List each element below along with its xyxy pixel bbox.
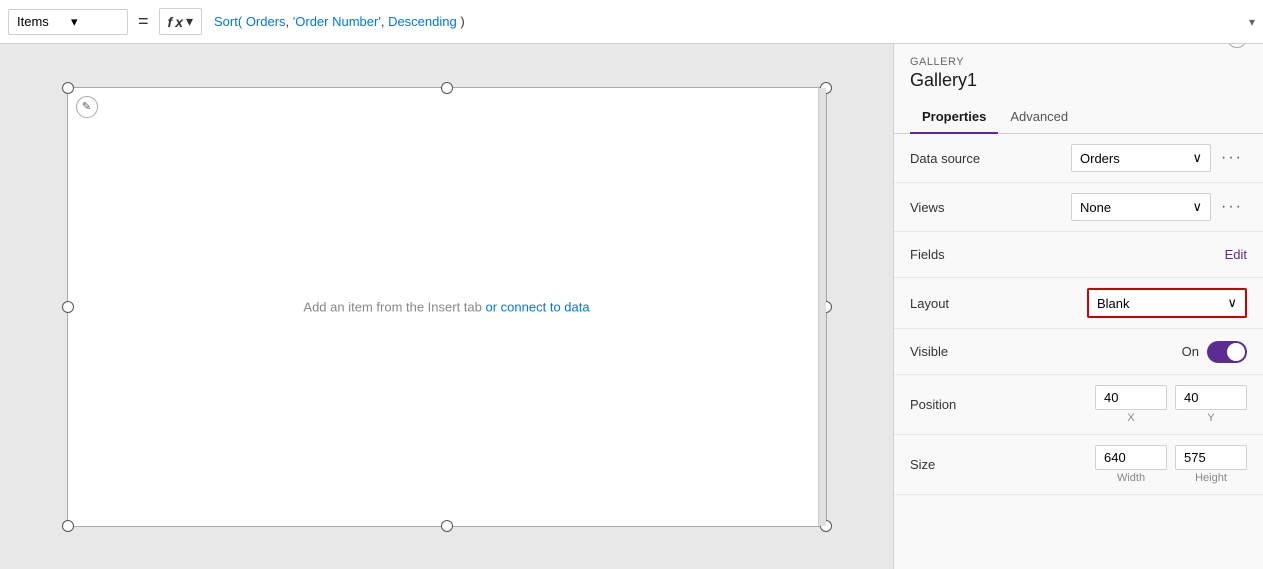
formula-bar: Items ▾ = f x ▾ Sort( Orders, 'Order Num… xyxy=(0,0,1263,44)
handle-top-center[interactable] xyxy=(441,82,453,94)
property-selector[interactable]: Items ▾ xyxy=(8,9,128,35)
edit-pencil: ✎ xyxy=(82,100,91,113)
handle-bottom-left[interactable] xyxy=(62,520,74,532)
position-inputs: X Y xyxy=(1010,385,1247,424)
views-dropdown[interactable]: None ∨ xyxy=(1071,193,1211,221)
views-more[interactable]: ··· xyxy=(1217,196,1247,218)
handle-top-left[interactable] xyxy=(62,82,74,94)
position-row: Position X Y xyxy=(894,375,1263,435)
views-chevron: ∨ xyxy=(1193,199,1203,215)
help-button[interactable]: ? xyxy=(1227,44,1247,48)
layout-label: Layout xyxy=(910,296,1010,311)
tab-properties[interactable]: Properties xyxy=(910,101,998,134)
views-control: None ∨ ··· xyxy=(1010,193,1247,221)
gallery-component[interactable]: ✎ Add an item from the Insert tab or con… xyxy=(67,87,827,527)
position-control: X Y xyxy=(1010,385,1247,424)
size-width-group: Width xyxy=(1095,445,1167,484)
data-source-dropdown[interactable]: Orders ∨ xyxy=(1071,144,1211,172)
layout-control: Blank ∨ xyxy=(1010,288,1247,318)
visible-control: On xyxy=(1010,341,1247,363)
formula-arg-desc: Descending xyxy=(388,14,457,29)
position-x-input[interactable] xyxy=(1095,385,1167,410)
position-y-group: Y xyxy=(1175,385,1247,424)
main-area: ✎ Add an item from the Insert tab or con… xyxy=(0,44,1263,569)
canvas-area: ✎ Add an item from the Insert tab or con… xyxy=(0,44,893,569)
size-control: Width Height xyxy=(1010,445,1247,484)
data-source-chevron: ∨ xyxy=(1193,150,1203,166)
views-label: Views xyxy=(910,200,1010,215)
panel-title: Gallery1 xyxy=(910,70,977,91)
tab-advanced[interactable]: Advanced xyxy=(998,101,1080,134)
position-y-label: Y xyxy=(1207,412,1214,424)
formula-keyword-sort: Sort( xyxy=(214,14,246,29)
panel-subtitle: GALLERY xyxy=(910,56,977,68)
gallery-edit-icon[interactable]: ✎ xyxy=(76,96,98,118)
formula-arg-ordernum: 'Order Number' xyxy=(293,14,381,29)
position-x-label: X xyxy=(1127,412,1134,424)
size-height-label: Height xyxy=(1195,472,1227,484)
fx-chevron: x xyxy=(175,14,183,30)
size-height-group: Height xyxy=(1175,445,1247,484)
data-source-more[interactable]: ··· xyxy=(1217,147,1247,169)
position-label: Position xyxy=(910,397,1010,412)
scroll-handle[interactable] xyxy=(818,88,826,526)
toggle-track xyxy=(1207,341,1247,363)
formula-arg-orders: Orders xyxy=(246,14,286,29)
fx-button[interactable]: f x ▾ xyxy=(159,8,203,35)
property-selector-label: Items xyxy=(17,14,65,29)
equals-sign: = xyxy=(132,11,155,32)
property-selector-chevron: ▾ xyxy=(71,14,119,30)
fields-row: Fields Edit xyxy=(894,232,1263,278)
formula-display: Sort( Orders, 'Order Number', Descending… xyxy=(206,10,1245,33)
data-source-label: Data source xyxy=(910,151,1010,166)
visible-label: Visible xyxy=(910,344,1010,359)
size-height-input[interactable] xyxy=(1175,445,1247,470)
views-value: None xyxy=(1080,200,1111,215)
position-x-group: X xyxy=(1095,385,1167,424)
visible-toggle-container: On xyxy=(1182,341,1247,363)
views-row: Views None ∨ ··· xyxy=(894,183,1263,232)
size-width-input[interactable] xyxy=(1095,445,1167,470)
handle-bottom-center[interactable] xyxy=(441,520,453,532)
gallery-hint: Add an item from the Insert tab or conne… xyxy=(303,299,589,314)
layout-row: Layout Blank ∨ xyxy=(894,278,1263,329)
size-width-label: Width xyxy=(1117,472,1145,484)
size-inputs: Width Height xyxy=(1010,445,1247,484)
layout-value: Blank xyxy=(1097,296,1130,311)
formula-close: ) xyxy=(457,14,465,29)
right-panel: GALLERY Gallery1 ? Properties Advanced D… xyxy=(893,44,1263,569)
toggle-thumb xyxy=(1227,343,1245,361)
fields-control: Edit xyxy=(1010,247,1247,262)
size-label: Size xyxy=(910,457,1010,472)
size-row: Size Width Height xyxy=(894,435,1263,495)
data-source-control: Orders ∨ ··· xyxy=(1010,144,1247,172)
handle-mid-left[interactable] xyxy=(62,301,74,313)
layout-dropdown[interactable]: Blank ∨ xyxy=(1087,288,1247,318)
visible-toggle[interactable] xyxy=(1207,341,1247,363)
panel-tabs: Properties Advanced xyxy=(894,101,1263,134)
fx-label: f xyxy=(168,14,173,30)
panel-content: Data source Orders ∨ ··· Views None ∨ xyxy=(894,134,1263,569)
data-source-value: Orders xyxy=(1080,151,1120,166)
fields-label: Fields xyxy=(910,247,1010,262)
data-source-row: Data source Orders ∨ ··· xyxy=(894,134,1263,183)
layout-chevron: ∨ xyxy=(1227,295,1237,311)
panel-header: GALLERY Gallery1 ? xyxy=(894,44,1263,101)
fx-dropdown-chevron: ▾ xyxy=(186,13,193,30)
visible-toggle-label: On xyxy=(1182,344,1199,359)
formula-bar-expand[interactable]: ▾ xyxy=(1249,15,1255,29)
gallery-hint-text: Add an item from the Insert tab xyxy=(303,299,481,314)
position-y-input[interactable] xyxy=(1175,385,1247,410)
gallery-hint-link[interactable]: or connect to data xyxy=(486,299,590,314)
formula-comma-1: , xyxy=(286,14,293,29)
formula-comma-2: , xyxy=(381,14,388,29)
visible-row: Visible On xyxy=(894,329,1263,375)
fields-edit-link[interactable]: Edit xyxy=(1225,247,1247,262)
